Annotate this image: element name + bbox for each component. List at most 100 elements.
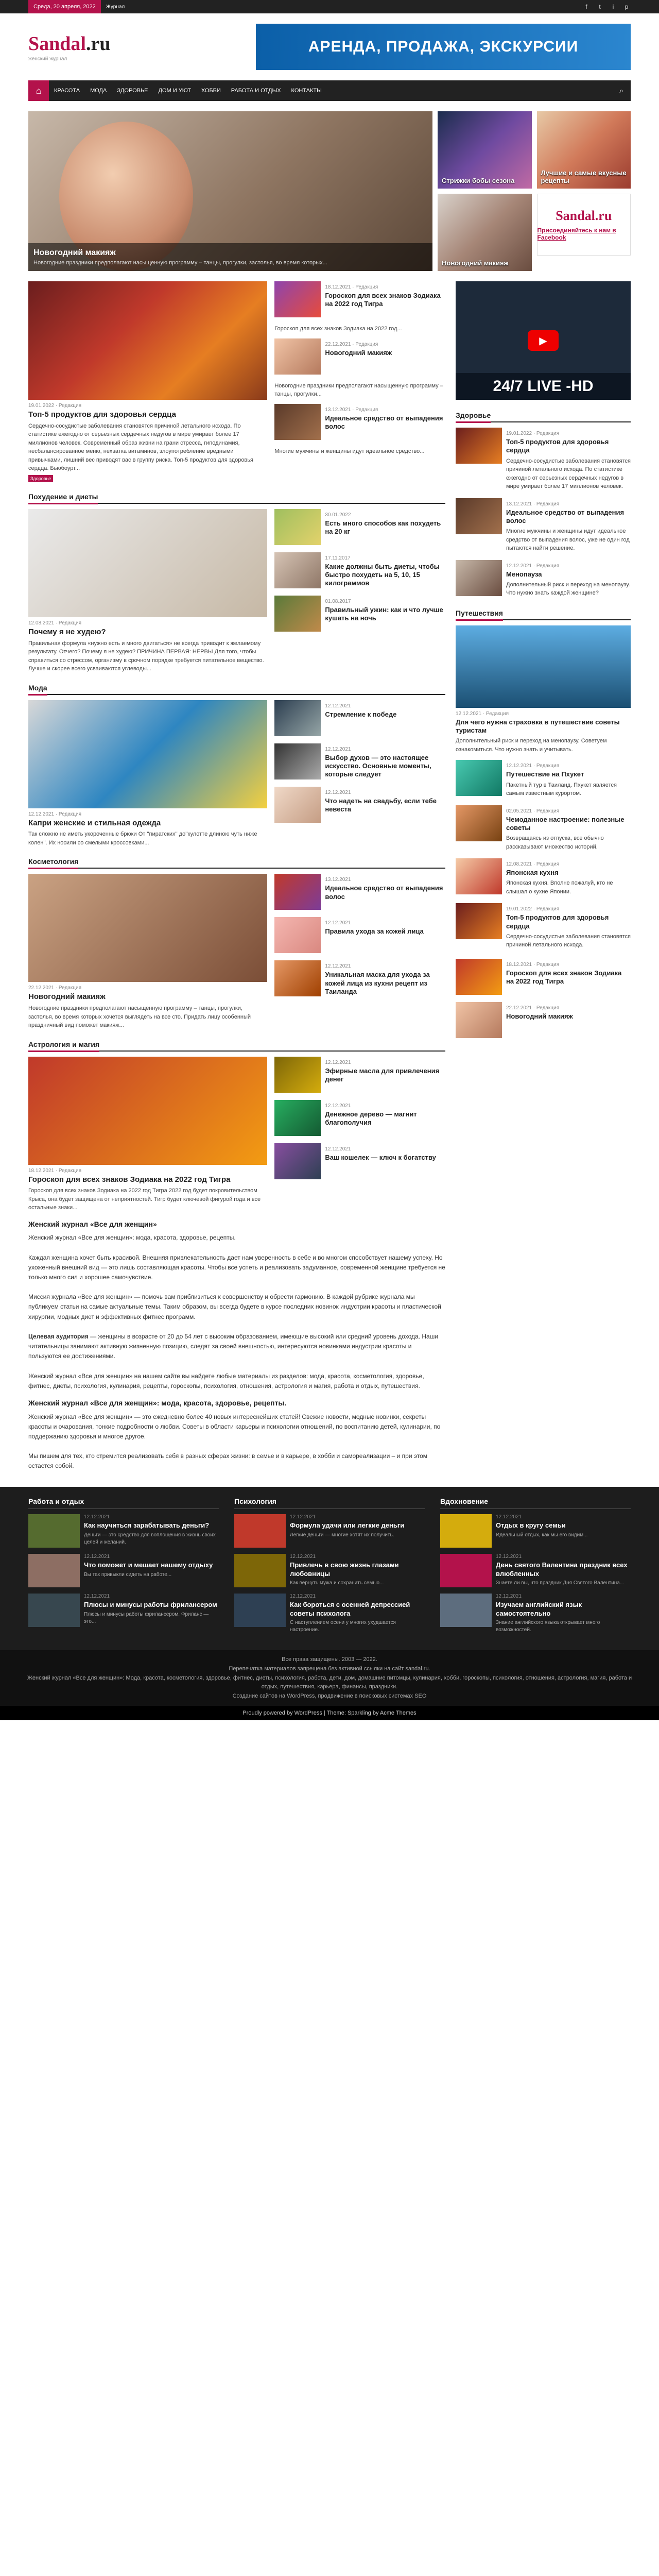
post-title[interactable]: Стремление к победе [325,710,445,719]
instagram-icon[interactable]: i [609,3,617,10]
post-title[interactable]: День святого Валентина праздник всех влю… [496,1561,631,1579]
post-thumb[interactable] [28,1553,80,1587]
post-title[interactable]: Топ-5 продуктов для здоровья сердца [506,913,631,930]
post-title[interactable]: Ваш кошелек — ключ к богатству [325,1154,445,1162]
post-title[interactable]: Японская кухня [506,869,631,877]
post-title[interactable]: Топ-5 продуктов для здоровья сердца [506,438,631,455]
post-title[interactable]: Правильный ужин: как и что лучше кушать … [325,606,445,623]
post-title[interactable]: Новогодний макияж [325,349,445,357]
post-thumb[interactable] [456,498,502,534]
post-thumb[interactable] [274,874,321,910]
post-thumb[interactable] [274,1143,321,1179]
nav-item-health[interactable]: ЗДОРОВЬЕ [112,88,153,94]
post-image[interactable] [28,700,268,808]
post-thumb[interactable] [274,552,321,588]
post-title[interactable]: Изучаем английский язык самостоятельно [496,1601,631,1618]
post-title[interactable]: Денежное дерево — магнит благополучия [325,1110,445,1127]
post-thumb[interactable] [456,560,502,596]
thumb-3[interactable]: Новогодний макияж [438,194,532,271]
thumb-1[interactable]: Стрижки бобы сезона [438,111,532,189]
post-title[interactable]: Формула удачи или легкие деньги [290,1521,404,1530]
post-title[interactable]: Гороскоп для всех знаков Зодиака на 2022… [28,1175,267,1185]
section-title[interactable]: Мода [28,681,47,696]
post-thumb[interactable] [456,903,502,940]
post-title[interactable]: Идеальное средство от выпадения волос [325,414,445,431]
post-thumb[interactable] [274,743,321,779]
post-title[interactable]: Почему я не худею? [28,628,267,637]
post-title[interactable]: Чемоданное настроение: полезные советы [506,816,631,833]
post-title[interactable]: Путешествие на Пхукет [506,770,631,778]
nav-item-hobby[interactable]: ХОББИ [196,88,226,94]
post-title[interactable]: Для чего нужна страховка в путешествие с… [456,718,631,735]
post-thumb[interactable] [234,1514,286,1548]
post-thumb[interactable] [440,1514,492,1548]
post-thumb[interactable] [440,1553,492,1587]
post-title[interactable]: Топ-5 продуктов для здоровья сердца [28,410,267,420]
site-logo[interactable]: Sandal.ru женский журнал [28,32,131,62]
post-thumb[interactable] [274,338,321,375]
post-thumb[interactable] [456,958,502,995]
post-thumb[interactable] [274,960,321,997]
nav-item-fashion[interactable]: МОДА [85,88,112,94]
section-title[interactable]: Косметология [28,855,79,870]
video-player[interactable]: ▶ 24/7 LIVE -HD [456,281,631,400]
post-thumb[interactable] [456,428,502,464]
section-title[interactable]: Похудение и диеты [28,490,98,504]
post-title[interactable]: Эфирные масла для привлечения денег [325,1067,445,1084]
post-image[interactable] [28,1056,268,1165]
post-image[interactable] [456,625,631,708]
post-image[interactable] [28,509,268,617]
nav-item-home[interactable]: ДОМ И УЮТ [153,88,196,94]
thumb-2[interactable]: Лучшие и самые вкусные рецепты [536,111,631,189]
slide-title[interactable]: Новогодний макияж [33,248,427,258]
facebook-icon[interactable]: f [582,3,591,10]
post-image[interactable] [28,874,268,982]
post-title[interactable]: Новогодний макияж [28,992,267,1002]
post-thumb[interactable] [274,786,321,823]
post-thumb[interactable] [274,917,321,954]
nav-item-contacts[interactable]: КОНТАКТЫ [286,88,327,94]
featured-label[interactable]: Журнал [106,4,125,10]
post-title[interactable]: Идеальное средство от выпадения волос [325,884,445,901]
footer-col-title[interactable]: Вдохновение [440,1497,631,1509]
post-title[interactable]: Идеальное средство от выпадения волос [506,509,631,526]
post-thumb[interactable] [274,700,321,736]
post-title[interactable]: Как научиться зарабатывать деньги? [84,1521,219,1530]
play-icon[interactable]: ▶ [528,330,559,351]
post-thumb[interactable] [274,509,321,545]
facebook-widget[interactable]: Sandal.ru Присоединяйтесь к нам в Facebo… [536,194,631,256]
post-title[interactable]: Менопауза [506,570,631,579]
category-tag[interactable]: Здоровье [28,474,54,482]
post-image[interactable] [28,281,268,400]
post-thumb[interactable] [28,1593,80,1627]
footer-col-title[interactable]: Работа и отдых [28,1497,219,1509]
post-title[interactable]: Выбор духов — это настоящее искусство. О… [325,754,445,779]
post-thumb[interactable] [456,1002,502,1038]
post-thumb[interactable] [274,281,321,317]
post-title[interactable]: Есть много способов как похудеть на 20 к… [325,519,445,536]
twitter-icon[interactable]: t [596,3,604,10]
post-title[interactable]: Как бороться с осенней депрессией советы… [290,1601,425,1618]
post-thumb[interactable] [274,1099,321,1136]
ad-banner[interactable]: АРЕНДА, ПРОДАЖА, ЭКСКУРСИИ [256,24,631,70]
powered-by[interactable]: Proudly powered by WordPress | Theme: Sp… [0,1706,659,1721]
home-icon[interactable]: ⌂ [28,80,49,101]
post-title[interactable]: Капри женские и стильная одежда [28,819,267,828]
post-title[interactable]: Какие должны быть диеты, чтобы быстро по… [325,563,445,588]
nav-item-work[interactable]: РАБОТА И ОТДЫХ [226,88,286,94]
post-thumb[interactable] [274,1056,321,1093]
widget-title[interactable]: Здоровье [456,409,491,423]
post-title[interactable]: Что надеть на свадьбу, если тебе невеста [325,797,445,814]
post-title[interactable]: Отдых в кругу семьи [496,1521,587,1530]
pinterest-icon[interactable]: p [622,3,631,10]
copyright-line[interactable]: Создание сайтов на WordPress, продвижени… [21,1692,638,1701]
post-thumb[interactable] [456,805,502,841]
post-thumb[interactable] [234,1593,286,1627]
post-thumb[interactable] [456,760,502,796]
post-thumb[interactable] [274,403,321,440]
post-title[interactable]: Новогодний макияж [506,1012,631,1021]
footer-col-title[interactable]: Психология [234,1497,425,1509]
nav-item-beauty[interactable]: КРАСОТА [49,88,85,94]
post-thumb[interactable] [234,1553,286,1587]
search-icon[interactable]: ⌕ [612,87,631,95]
